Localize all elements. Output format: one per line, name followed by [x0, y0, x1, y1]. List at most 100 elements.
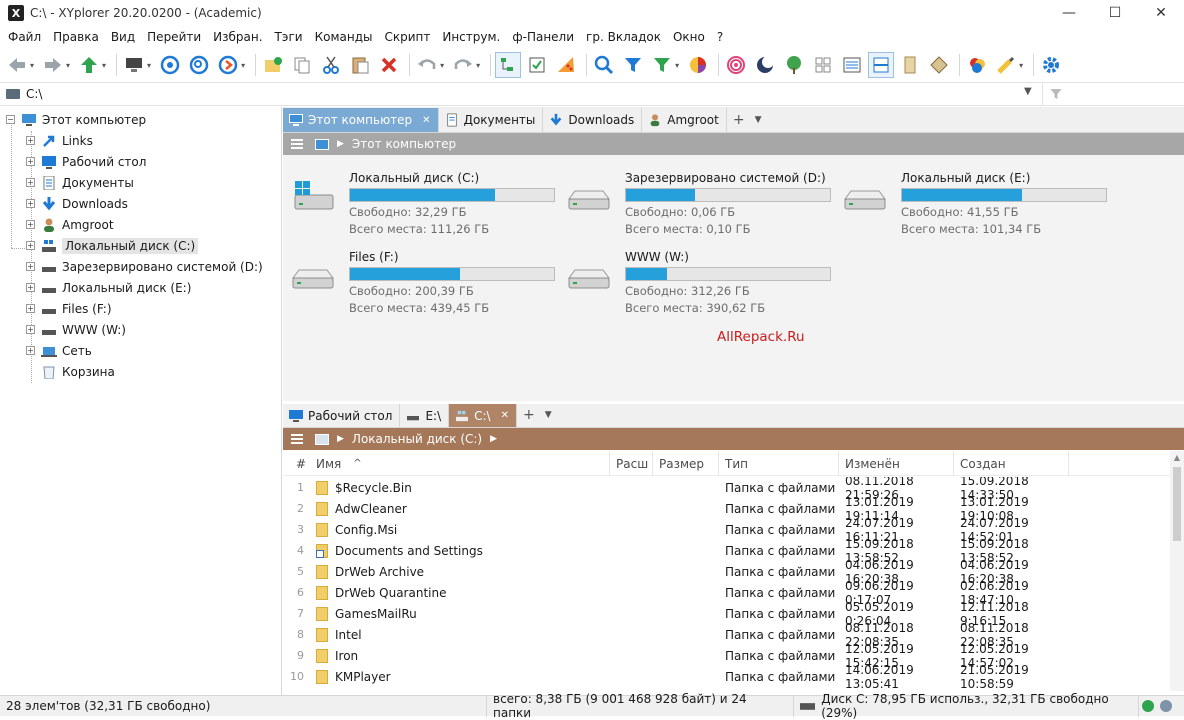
- column-modified[interactable]: Изменён: [839, 451, 954, 476]
- menu-commands[interactable]: Команды: [309, 30, 379, 44]
- pizza-icon[interactable]: [553, 52, 579, 78]
- close-tab-icon[interactable]: ✕: [501, 410, 509, 421]
- tab-downloads[interactable]: Downloads: [543, 108, 643, 132]
- tree-item-drive-c[interactable]: + Локальный диск (C:): [26, 235, 199, 256]
- collapse-icon[interactable]: −: [6, 115, 15, 124]
- breadcrumb-segment[interactable]: Этот компьютер: [352, 137, 456, 151]
- menu-tools[interactable]: Инструм.: [436, 30, 506, 44]
- file-name-cell[interactable]: KMPlayer: [310, 669, 610, 684]
- expand-icon[interactable]: +: [26, 241, 35, 250]
- menu-tags[interactable]: Тэги: [269, 30, 309, 44]
- expand-icon[interactable]: +: [26, 136, 35, 145]
- forward-icon[interactable]: [40, 52, 66, 78]
- menu-icon[interactable]: [291, 434, 303, 444]
- tree-item-desktop[interactable]: + Рабочий стол: [26, 151, 146, 172]
- up-dropdown-icon[interactable]: ▾: [102, 61, 106, 70]
- back-dropdown-icon[interactable]: ▾: [30, 61, 34, 70]
- up-icon[interactable]: [76, 52, 102, 78]
- tree-item-documents[interactable]: + Документы: [26, 172, 134, 193]
- breadcrumb-segment[interactable]: Локальный диск (C:): [352, 432, 482, 446]
- menu-panes[interactable]: ф-Панели: [506, 30, 580, 44]
- expand-icon[interactable]: +: [26, 346, 35, 355]
- chevron-right-icon[interactable]: ▶: [337, 139, 344, 149]
- column-name[interactable]: Имя ^: [310, 451, 610, 476]
- go-dropdown-icon[interactable]: ▾: [241, 61, 245, 70]
- menu-script[interactable]: Скрипт: [378, 30, 436, 44]
- vertical-scrollbar[interactable]: ▲: [1170, 451, 1184, 691]
- delete-icon[interactable]: [376, 52, 402, 78]
- tree-item-links[interactable]: + Links: [26, 130, 93, 151]
- pie-chart-icon[interactable]: [685, 52, 711, 78]
- expand-icon[interactable]: +: [26, 199, 35, 208]
- scroll-up-icon[interactable]: ▲: [1170, 451, 1184, 465]
- details-icon[interactable]: [839, 52, 865, 78]
- menu-help[interactable]: ?: [711, 30, 729, 44]
- maximize-button[interactable]: ☐: [1092, 0, 1138, 26]
- tab-list-dropdown-icon[interactable]: ▼: [545, 403, 552, 427]
- filter-icon[interactable]: [620, 52, 646, 78]
- computer-dropdown-icon[interactable]: ▾: [147, 61, 151, 70]
- file-name-cell[interactable]: Documents and Settings: [310, 543, 610, 558]
- expand-icon[interactable]: +: [26, 178, 35, 187]
- add-tab-button[interactable]: +: [517, 403, 541, 427]
- menu-go[interactable]: Перейти: [141, 30, 207, 44]
- file-name-cell[interactable]: DrWeb Archive: [310, 564, 610, 579]
- search-location-icon[interactable]: [186, 52, 212, 78]
- paste-icon[interactable]: [347, 52, 373, 78]
- drive-tile[interactable]: Files (F:) Свободно: 200,39 ГБ Всего мес…: [283, 242, 555, 315]
- redo-dropdown-icon[interactable]: ▾: [476, 61, 480, 70]
- undo-dropdown-icon[interactable]: ▾: [440, 61, 444, 70]
- column-type[interactable]: Тип: [719, 451, 839, 476]
- menu-tab-groups[interactable]: гр. Вкладок: [580, 30, 667, 44]
- back-icon[interactable]: [4, 52, 30, 78]
- pane-icon[interactable]: [897, 52, 923, 78]
- tree-root[interactable]: − Этот компьютер: [6, 109, 146, 130]
- column-size[interactable]: Размер: [653, 451, 719, 476]
- file-name-cell[interactable]: GamesMailRu: [310, 606, 610, 621]
- menu-view[interactable]: Вид: [105, 30, 141, 44]
- tree-item-drive-w[interactable]: + WWW (W:): [26, 319, 126, 340]
- file-name-cell[interactable]: $Recycle.Bin: [310, 480, 610, 495]
- file-name-cell[interactable]: AdwCleaner: [310, 501, 610, 516]
- drive-tile[interactable]: Локальный диск (E:) Свободно: 41,55 ГБ В…: [835, 163, 1107, 236]
- tree-icon[interactable]: [495, 52, 522, 78]
- menu-file[interactable]: Файл: [2, 30, 47, 44]
- tree-item-user[interactable]: + Amgroot: [26, 214, 114, 235]
- drive-tile[interactable]: WWW (W:) Свободно: 312,26 ГБ Всего места…: [559, 242, 831, 315]
- tab-drive-c[interactable]: C:\ ✕: [449, 404, 517, 427]
- color-circles-icon[interactable]: [964, 52, 990, 78]
- file-name-cell[interactable]: DrWeb Quarantine: [310, 585, 610, 600]
- cut-icon[interactable]: [318, 52, 344, 78]
- find-icon[interactable]: [591, 52, 617, 78]
- brush-icon[interactable]: [993, 52, 1019, 78]
- menu-favorites[interactable]: Избран.: [207, 30, 268, 44]
- table-row[interactable]: 10 KMPlayer Папка с файлами 14.06.2019 13:0…: [283, 663, 1170, 691]
- menu-icon[interactable]: [291, 139, 303, 149]
- go-icon[interactable]: [215, 52, 241, 78]
- expand-icon[interactable]: +: [26, 283, 35, 292]
- close-button[interactable]: ✕: [1138, 0, 1184, 26]
- chevron-right-icon[interactable]: ▶: [490, 434, 497, 444]
- address-bar[interactable]: C:\ ▼: [0, 82, 1184, 106]
- brush-dropdown-icon[interactable]: ▾: [1019, 61, 1023, 70]
- column-created[interactable]: Создан: [954, 451, 1069, 476]
- settings-icon[interactable]: [1038, 52, 1064, 78]
- expand-icon[interactable]: +: [26, 262, 35, 271]
- tab-this-pc[interactable]: Этот компьютер ✕: [283, 108, 439, 132]
- expand-icon[interactable]: +: [26, 325, 35, 334]
- tab-amgroot[interactable]: Amgroot: [642, 108, 727, 132]
- file-name-cell[interactable]: Config.Msi: [310, 522, 610, 537]
- close-tab-icon[interactable]: ✕: [422, 115, 430, 126]
- menu-edit[interactable]: Правка: [47, 30, 105, 44]
- tree-green-icon[interactable]: [781, 52, 807, 78]
- tree-item-network[interactable]: + Сеть: [26, 340, 92, 361]
- address-dropdown-icon[interactable]: ▼: [1024, 86, 1032, 97]
- file-name-cell[interactable]: Iron: [310, 648, 610, 663]
- add-tab-button[interactable]: +: [727, 108, 751, 132]
- filter-green-icon[interactable]: [649, 52, 675, 78]
- tab-desktop[interactable]: Рабочий стол: [283, 404, 401, 427]
- undo-icon[interactable]: [414, 52, 440, 78]
- menu-window[interactable]: Окно: [667, 30, 711, 44]
- new-folder-icon[interactable]: [260, 52, 286, 78]
- tree-item-downloads[interactable]: + Downloads: [26, 193, 128, 214]
